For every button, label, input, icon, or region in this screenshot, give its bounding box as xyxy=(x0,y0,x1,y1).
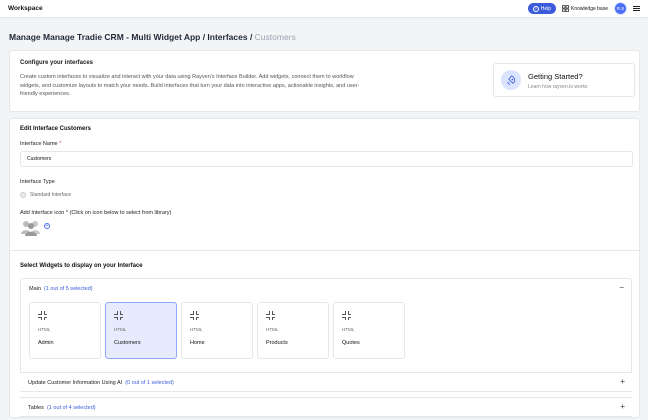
configure-title: Configure your interfaces xyxy=(20,60,94,66)
standard-interface-label: Standard Interface xyxy=(30,192,72,198)
widget-name: Quotes xyxy=(342,340,360,346)
section-divider xyxy=(10,250,639,251)
top-bar: Workspace ? Help Knowledge base R.S xyxy=(0,0,648,18)
select-widgets-title: Select Widgets to display on your Interf… xyxy=(20,263,143,269)
hamburger-menu-icon[interactable] xyxy=(633,5,640,12)
getting-started-title: Getting Started? xyxy=(528,72,583,81)
accordion-count: (0 out of 1 selected) xyxy=(125,380,174,386)
widget-type: HTML xyxy=(38,327,51,332)
question-icon: ? xyxy=(532,5,539,12)
minimize-icon xyxy=(342,311,351,320)
avatar[interactable]: R.S xyxy=(614,2,627,15)
knowledge-base-label: Knowledge base xyxy=(571,5,608,12)
edit-title: Edit Interface Customers xyxy=(20,126,92,132)
configure-card: Configure your interfaces Create custom … xyxy=(9,50,640,112)
help-button[interactable]: ? Help xyxy=(527,3,557,14)
breadcrumb-path: Manage Manage Tradie CRM - Multi Widget … xyxy=(9,32,255,42)
getting-started-card[interactable]: Getting Started? Learn how rayven.io wor… xyxy=(493,63,635,97)
accordion-count: (1 out of 4 selected) xyxy=(46,405,96,411)
required-mark: * xyxy=(59,141,62,147)
interface-icon-picker[interactable]: + xyxy=(20,219,50,239)
users-icon xyxy=(21,221,40,236)
accordion-tables-header: Tables (1 out of 4 selected) xyxy=(28,405,96,411)
widget-tile-customers[interactable]: HTML Customers xyxy=(105,302,177,359)
rocket-icon xyxy=(501,70,521,90)
minimize-icon xyxy=(114,311,123,320)
widget-tile-home[interactable]: HTML Home xyxy=(181,302,253,359)
widget-type: HTML xyxy=(190,327,203,332)
widget-name: Products xyxy=(266,340,288,346)
accordion-main-header[interactable]: Main (1 out of 5 selected) xyxy=(29,286,93,292)
accordion-update-customer[interactable]: Update Customer Information Using AI (0 … xyxy=(20,372,632,392)
getting-started-link[interactable]: Learn how rayven.io works xyxy=(528,84,587,90)
grid-icon xyxy=(562,5,569,12)
breadcrumb: Manage Manage Tradie CRM - Multi Widget … xyxy=(9,32,296,42)
edit-interface-card: Edit Interface Customers Interface Name … xyxy=(9,118,640,418)
minimize-icon xyxy=(190,311,199,320)
interface-name-label: Interface Name * xyxy=(20,141,61,147)
breadcrumb-current: Customers xyxy=(254,32,296,42)
standard-interface-option[interactable]: Standard Interface xyxy=(20,192,71,198)
knowledge-base-link[interactable]: Knowledge base xyxy=(562,5,608,12)
interface-icon-label: Add Interface icon * (Click on icon belo… xyxy=(20,210,172,216)
widget-type: HTML xyxy=(342,327,355,332)
interface-name-label-text: Interface Name xyxy=(20,141,58,147)
add-icon[interactable]: + xyxy=(44,223,50,229)
interface-type-label: Interface Type xyxy=(20,179,55,185)
accordion-update-customer-header: Update Customer Information Using AI (0 … xyxy=(28,380,174,386)
widget-name: Admin xyxy=(38,340,54,346)
collapse-icon[interactable]: − xyxy=(619,284,624,292)
widget-tile-admin[interactable]: HTML Admin xyxy=(29,302,101,359)
widget-tile-products[interactable]: HTML Products xyxy=(257,302,329,359)
workspace-title: Workspace xyxy=(8,5,43,12)
configure-description: Create custom interfaces to visualize an… xyxy=(20,74,360,97)
minimize-icon xyxy=(266,311,275,320)
top-bar-actions: ? Help Knowledge base R.S xyxy=(527,2,640,15)
expand-icon[interactable]: + xyxy=(620,403,625,411)
widget-type: HTML xyxy=(114,327,127,332)
widget-tile-quotes[interactable]: HTML Quotes xyxy=(333,302,405,359)
accordion-count: (1 out of 5 selected) xyxy=(43,286,93,292)
accordion-tables[interactable]: Tables (1 out of 4 selected) + xyxy=(20,397,632,417)
widget-name: Home xyxy=(190,340,205,346)
expand-icon[interactable]: + xyxy=(620,378,625,386)
widget-type: HTML xyxy=(266,327,279,332)
accordion-label: Tables xyxy=(28,405,44,411)
accordion-label: Main xyxy=(29,286,41,292)
radio-button[interactable] xyxy=(20,192,26,198)
minimize-icon xyxy=(38,311,47,320)
accordion-label: Update Customer Information Using AI xyxy=(28,380,123,386)
help-label: Help xyxy=(540,5,552,12)
widget-name: Customers xyxy=(114,340,141,346)
interface-name-input[interactable]: Customers xyxy=(20,151,633,167)
